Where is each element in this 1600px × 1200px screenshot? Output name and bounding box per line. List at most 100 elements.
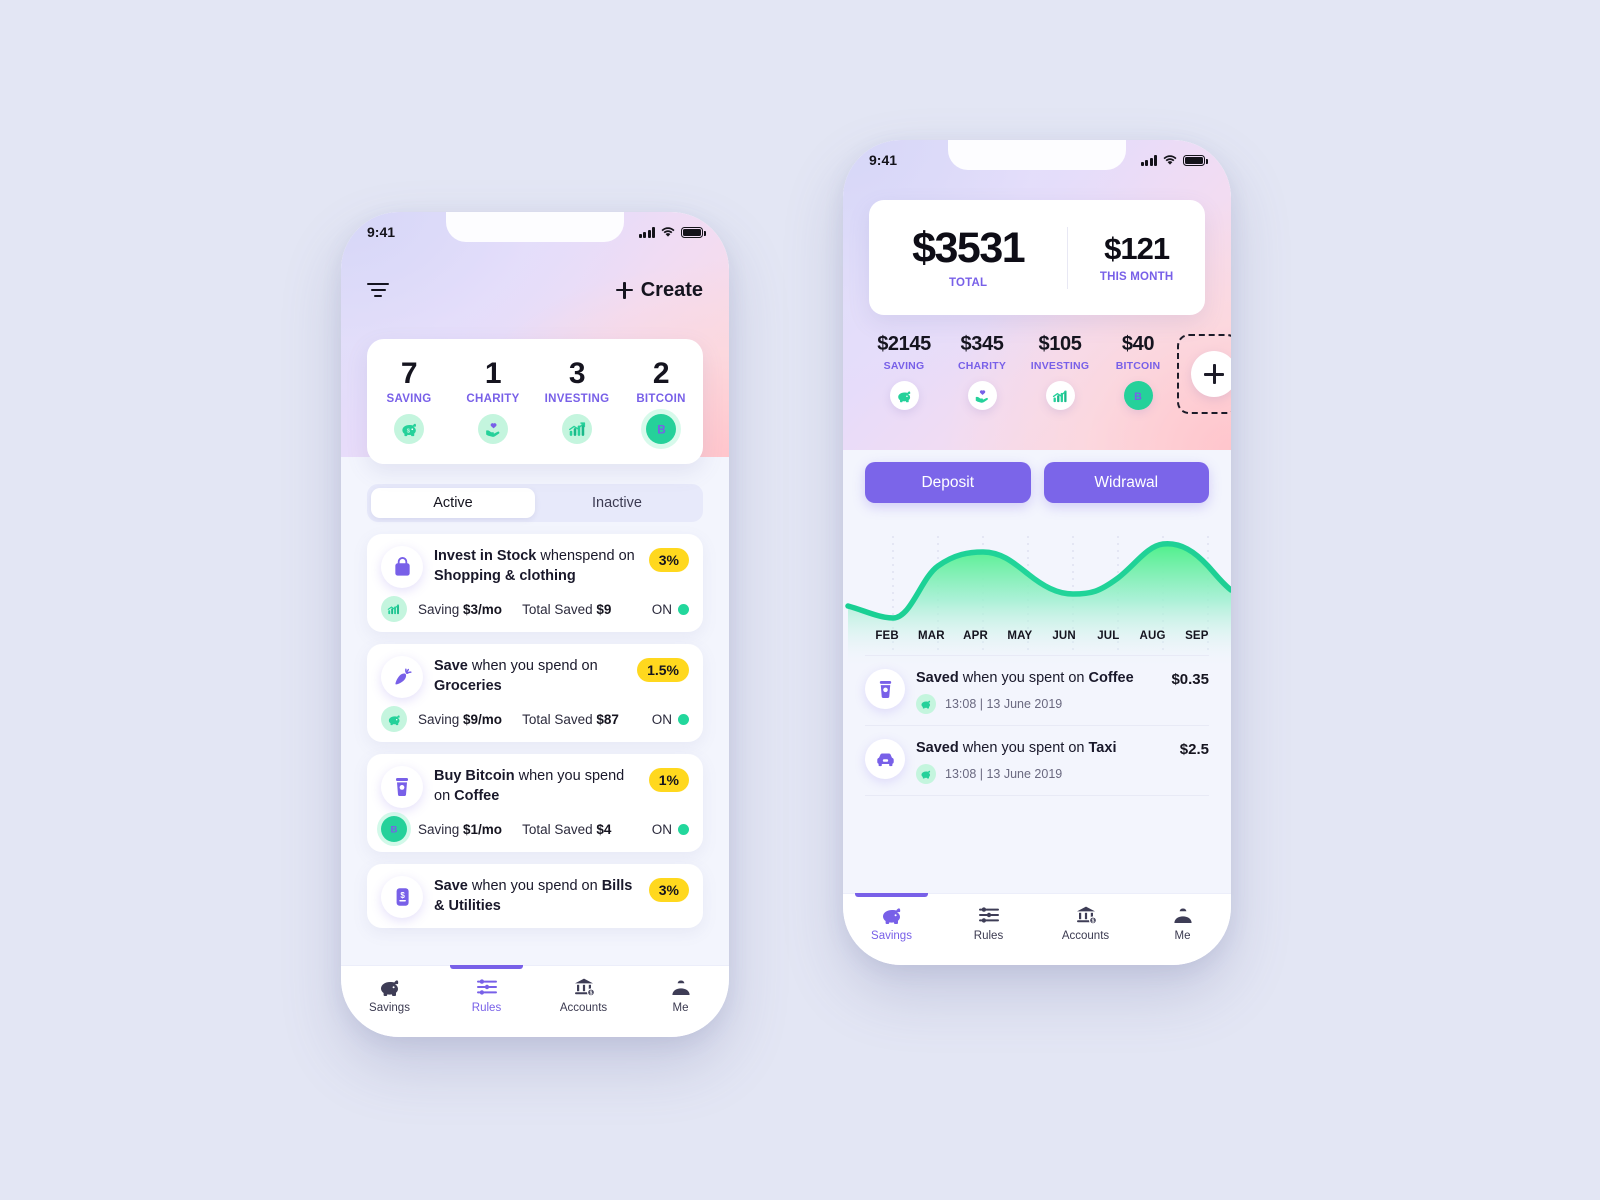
bank-icon: $ — [574, 978, 595, 997]
nav-item-rules[interactable]: Rules — [940, 894, 1037, 965]
transaction-row[interactable]: Saved when you spent on Taxi 13:08 | 13 … — [865, 725, 1209, 795]
rule-toggle[interactable]: ON — [652, 712, 689, 727]
cellular-signal-icon — [1140, 155, 1157, 166]
savings-area-chart — [843, 518, 1231, 668]
nav-label: Accounts — [559, 1002, 608, 1014]
battery-icon — [681, 227, 706, 238]
hand-heart-icon — [478, 414, 508, 445]
x-tick: APR — [963, 630, 989, 642]
transaction-amount: $0.35 — [1171, 671, 1209, 688]
x-tick: SEP — [1185, 630, 1209, 642]
nav-label: Me — [1174, 930, 1191, 942]
rule-row[interactable]: Buy Bitcoin when you spend on Coffee 1% … — [367, 754, 703, 852]
bucket-investing[interactable]: $105 INVESTING — [1021, 333, 1099, 410]
filter-icon[interactable] — [367, 281, 391, 299]
left-screen: 9:41 Create 7 SAVING $ 1 CHARITY 3 INVES… — [341, 212, 729, 1037]
svg-text:$: $ — [400, 891, 405, 900]
stat-charity[interactable]: 1 CHARITY — [451, 358, 535, 445]
bar-chart-icon — [381, 596, 407, 622]
rule-row[interactable]: $ Save when you spend on Bills & Utiliti… — [367, 864, 703, 928]
status-dot-icon — [678, 603, 689, 615]
transaction-sub: 13:08 | 13 June 2019 — [916, 694, 1160, 714]
bucket-amount: $2145 — [877, 333, 931, 355]
transaction-title: Saved when you spent on Coffee — [916, 669, 1160, 688]
chart-svg — [845, 536, 1231, 668]
stat-investing[interactable]: 3 INVESTING — [535, 358, 619, 445]
person-icon — [671, 980, 690, 995]
stat-saving[interactable]: 7 SAVING $ — [367, 358, 451, 445]
rule-saving: Saving $9/mo — [418, 711, 503, 727]
rule-row[interactable]: Invest in Stock whenspend on Shopping & … — [367, 534, 703, 632]
notch — [446, 212, 624, 242]
bucket-amount: $345 — [960, 333, 1004, 355]
nav-label: Me — [672, 1002, 689, 1014]
stat-label: SAVING — [386, 393, 432, 406]
transaction-row[interactable]: Saved when you spent on Coffee 13:08 | 1… — [865, 655, 1209, 725]
svg-text:$: $ — [1091, 919, 1094, 925]
balance-card: $3531 TOTAL $121 THIS MONTH — [869, 200, 1205, 315]
svg-text:$: $ — [589, 991, 592, 997]
bucket-bitcoin[interactable]: $40 BITCOIN B — [1099, 333, 1177, 410]
bucket-label: BITCOIN — [1115, 360, 1161, 372]
bitcoin-icon: B — [1123, 381, 1153, 410]
rule-total: Total Saved $4 — [522, 821, 612, 837]
bucket-amount: $105 — [1038, 333, 1082, 355]
tab-inactive[interactable]: Inactive — [535, 488, 699, 518]
x-tick: JUN — [1052, 630, 1076, 642]
piggy-bank-icon — [381, 706, 407, 732]
phone-right: 9:41 $3531 TOTAL $121 THIS MONTH $2145 S… — [843, 140, 1231, 965]
bucket-charity[interactable]: $345 CHARITY — [943, 333, 1021, 410]
create-label: Create — [640, 278, 703, 301]
rule-row[interactable]: Save when you spend on Groceries 1.5% Sa… — [367, 644, 703, 742]
balance-month: $121 THIS MONTH — [1068, 233, 1205, 283]
nav-item-accounts[interactable]: $ Accounts — [535, 966, 632, 1037]
nav-item-savings[interactable]: Savings — [843, 893, 940, 965]
tx-title-b: Coffee — [1088, 670, 1134, 686]
rule-title-a: Save — [434, 878, 468, 894]
stats-card: 7 SAVING $ 1 CHARITY 3 INVESTING 2 BITCO… — [367, 339, 703, 464]
status-dot-icon — [678, 823, 689, 835]
status-time: 9:41 — [869, 152, 898, 168]
stat-bitcoin[interactable]: 2 BITCOIN B — [619, 356, 703, 445]
transactions-list: Saved when you spent on Coffee 13:08 | 1… — [865, 655, 1209, 796]
rule-toggle[interactable]: ON — [652, 602, 689, 617]
nav-item-me[interactable]: Me — [1134, 894, 1231, 965]
rule-saving: Saving $3/mo — [418, 601, 503, 617]
rule-total: Total Saved $9 — [522, 601, 612, 617]
transaction-time: 13:08 | 13 June 2019 — [945, 767, 1063, 781]
balance-month-label: THIS MONTH — [1099, 270, 1174, 283]
create-button[interactable]: Create — [615, 278, 703, 302]
x-tick: FEB — [875, 630, 899, 642]
piggy-bank-icon — [916, 764, 936, 784]
rule-text: Invest in Stock whenspend on Shopping & … — [434, 546, 638, 586]
cellular-signal-icon — [638, 227, 655, 238]
piggy-bank-icon — [916, 694, 936, 714]
nav-item-accounts[interactable]: $ Accounts — [1037, 894, 1134, 965]
add-bucket-button[interactable] — [1177, 334, 1231, 414]
nav-item-me[interactable]: Me — [632, 966, 729, 1037]
tab-active[interactable]: Active — [371, 488, 535, 518]
bar-chart-icon — [1045, 381, 1075, 410]
nav-item-rules[interactable]: Rules — [438, 965, 535, 1037]
hand-heart-icon — [967, 381, 997, 410]
nav-item-savings[interactable]: Savings — [341, 966, 438, 1037]
stat-label: INVESTING — [544, 393, 610, 406]
status-dot-icon — [678, 713, 689, 725]
action-buttons: Deposit Widrawal — [865, 462, 1209, 503]
nav-label: Savings — [871, 930, 912, 942]
deposit-button[interactable]: Deposit — [865, 462, 1031, 503]
status-icons — [1140, 154, 1208, 166]
bucket-label: INVESTING — [1030, 360, 1090, 372]
stat-value: 2 — [652, 356, 670, 390]
nav-label: Rules — [471, 1002, 502, 1014]
piggy-bank-icon — [882, 908, 900, 924]
carrot-icon — [381, 656, 423, 698]
transaction-body: Saved when you spent on Coffee 13:08 | 1… — [916, 669, 1160, 714]
withdrawal-button[interactable]: Widrawal — [1043, 462, 1209, 503]
rule-title-b: Groceries — [434, 677, 502, 694]
list-divider — [865, 795, 1209, 796]
tx-title-mid: when you spent on — [958, 740, 1089, 756]
rule-title-a: Save — [434, 658, 468, 674]
rule-toggle[interactable]: ON — [652, 822, 689, 837]
bucket-saving[interactable]: $2145 SAVING — [865, 333, 943, 410]
